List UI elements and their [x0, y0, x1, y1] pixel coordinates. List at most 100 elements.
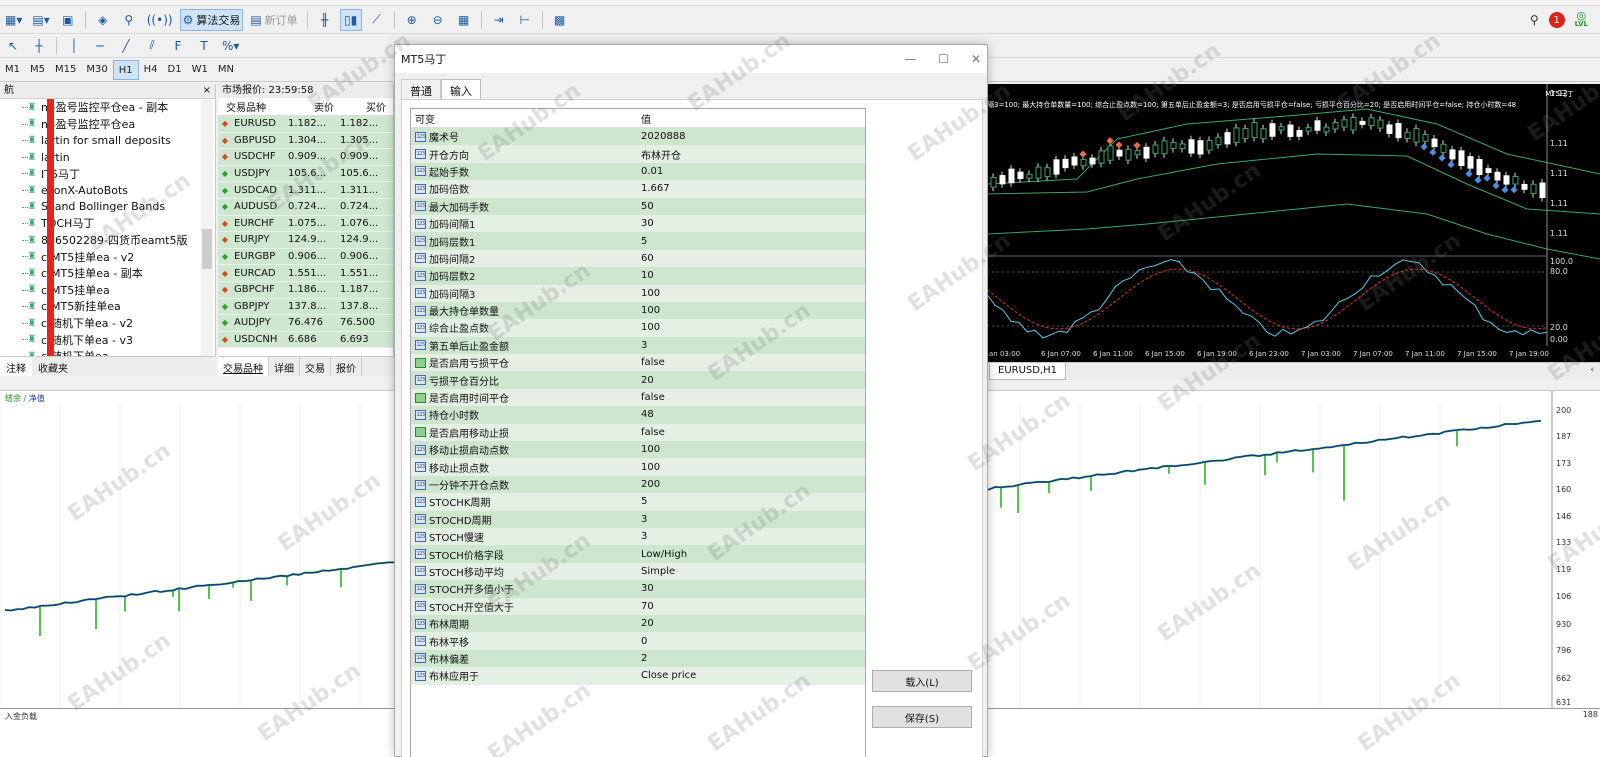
- timeframe-h4[interactable]: H4: [139, 60, 163, 80]
- parameter-value[interactable]: 70: [637, 601, 865, 612]
- navigator-icon[interactable]: ◈: [92, 9, 114, 31]
- timeframe-m15[interactable]: M15: [50, 60, 81, 80]
- parameter-row[interactable]: 123 STOCH移动平均 Simple: [411, 562, 865, 581]
- market-watch-row[interactable]: ◆ EURCAD 1.551... 1.551...: [218, 265, 393, 282]
- parameter-value[interactable]: 3: [637, 514, 865, 525]
- parameter-value[interactable]: Close price: [637, 670, 865, 681]
- navigator-item[interactable]: ♜ m-盈号监控平仓ea - 副本: [0, 99, 215, 116]
- parameter-row[interactable]: 123 加码层数2 10: [411, 267, 865, 285]
- col-bid[interactable]: 卖价: [288, 99, 340, 114]
- navigator-item[interactable]: ♜ c-MT5挂单ea - 副本: [0, 265, 215, 282]
- maximize-icon[interactable]: ☐: [938, 52, 949, 66]
- parameter-value[interactable]: false: [637, 357, 865, 368]
- timeframe-d1[interactable]: D1: [163, 60, 187, 80]
- crosshair-icon[interactable]: ┼: [28, 35, 50, 57]
- parameter-value[interactable]: 5: [637, 236, 865, 247]
- parameter-value[interactable]: 30: [637, 218, 865, 229]
- parameter-value[interactable]: 100: [637, 462, 865, 473]
- tab-common[interactable]: 普通: [401, 79, 441, 99]
- timeframe-m30[interactable]: M30: [81, 60, 112, 80]
- text-icon[interactable]: T: [193, 35, 215, 57]
- navigator-item[interactable]: ♜ c-随机下单ea - v3: [0, 331, 215, 348]
- templates-icon[interactable]: ▩: [549, 9, 571, 31]
- market-watch-row[interactable]: ◆ USDJPY 105.6... 105.6...: [218, 165, 393, 183]
- chart-shift-icon[interactable]: ⊢: [514, 9, 536, 31]
- parameter-value[interactable]: 200: [637, 479, 865, 490]
- timeframe-m5[interactable]: M5: [25, 60, 50, 80]
- market-watch-row[interactable]: ◆ AUDUSD 0.724... 0.724...: [218, 198, 393, 216]
- market-watch-row[interactable]: ◆ USDCNH 6.686 6.693: [218, 331, 393, 349]
- bar-chart-icon[interactable]: ╫: [314, 9, 336, 31]
- navigator-scrollbar[interactable]: [201, 99, 213, 356]
- parameter-value[interactable]: 1.667: [637, 183, 865, 194]
- trendline-icon[interactable]: ╱: [115, 35, 137, 57]
- navigator-item[interactable]: ♜c-随机下单ea: [0, 348, 215, 356]
- market-watch-icon[interactable]: ▣: [57, 9, 79, 31]
- price-chart[interactable]: 1.12 1.11 1.11 1.11 1.11 100.0 80.0 20.0 0.00 an …: [987, 84, 1600, 362]
- parameter-row[interactable]: 123 STOCH开空值大于 70: [411, 597, 865, 615]
- parameter-value[interactable]: 2: [637, 653, 865, 664]
- navigator-item[interactable]: ♜ c-MT5挂单ea: [0, 282, 215, 299]
- save-button[interactable]: 保存(S): [872, 706, 972, 728]
- search-icon[interactable]: ⚲: [1530, 13, 1539, 27]
- parameter-value[interactable]: 100: [637, 288, 865, 299]
- parameter-row[interactable]: 123 持仓小时数 48: [411, 406, 865, 424]
- market-watch-row[interactable]: ◆ EURJPY 124.9... 124.9...: [218, 232, 393, 249]
- parameter-row[interactable]: 123 第五单后止盈金额 3: [411, 336, 865, 355]
- zoom-in-icon[interactable]: ⊕: [401, 9, 423, 31]
- parameter-value[interactable]: 2020888: [637, 131, 865, 142]
- parameter-row[interactable]: 123 加码间隔3 100: [411, 284, 865, 302]
- level-indicator[interactable]: ◎ LVL: [1575, 10, 1588, 28]
- navigator-item[interactable]: ♜ ekonX-AutoBots: [0, 182, 215, 199]
- parameter-value[interactable]: false: [637, 392, 865, 403]
- vertical-line-icon[interactable]: │: [63, 35, 85, 57]
- parameter-value[interactable]: 48: [637, 409, 865, 420]
- scroll-left-icon[interactable]: ‹: [1590, 365, 1594, 375]
- parameter-row[interactable]: 123 起始手数 0.01: [411, 162, 865, 181]
- parameter-value[interactable]: 100: [637, 305, 865, 316]
- parameter-value[interactable]: 60: [637, 253, 865, 264]
- parameter-value[interactable]: Low/High: [637, 549, 865, 560]
- timeframe-m1[interactable]: M1: [0, 60, 25, 80]
- col-symbol[interactable]: 交易品种: [218, 99, 288, 114]
- new-order-button[interactable]: ▤ 新订单: [247, 9, 300, 31]
- tab-favorites[interactable]: 收藏夹: [32, 357, 74, 376]
- tab-inputs[interactable]: 输入: [441, 79, 481, 99]
- tab-ticks[interactable]: 报价: [331, 357, 362, 376]
- parameter-value[interactable]: 20: [637, 618, 865, 629]
- market-watch-row[interactable]: ◆ GBPCHF 1.186... 1.187...: [218, 281, 393, 299]
- parameter-value[interactable]: false: [637, 427, 865, 438]
- parameter-row[interactable]: 123 最大持仓单数量 100: [411, 301, 865, 320]
- parameter-row[interactable]: 123 STOCHK周期 5: [411, 493, 865, 511]
- fibonacci-icon[interactable]: F: [167, 35, 189, 57]
- parameter-row[interactable]: 123 开仓方向 布林开仓: [411, 145, 865, 163]
- channel-icon[interactable]: ⫽: [141, 35, 163, 57]
- parameter-row[interactable]: 123 加码间隔1 30: [411, 214, 865, 233]
- parameter-row[interactable]: 123 魔术号 2020888: [411, 128, 865, 146]
- parameter-row[interactable]: 是否启用移动止损 false: [411, 423, 865, 442]
- market-watch-row[interactable]: ◆ USDCHF 0.909... 0.909...: [218, 149, 393, 166]
- load-button[interactable]: 载入(L): [872, 670, 972, 692]
- horizontal-line-icon[interactable]: ─: [89, 35, 111, 57]
- tile-windows-icon[interactable]: ▦: [453, 9, 475, 31]
- parameter-row[interactable]: 是否启用亏损平仓 false: [411, 354, 865, 372]
- market-watch-row[interactable]: ◆ GBPJPY 137.8... 137.8...: [218, 298, 393, 316]
- market-watch-row[interactable]: ◆ AUDJPY 76.476 76.500: [218, 315, 393, 332]
- parameter-row[interactable]: 123 加码倍数 1.667: [411, 180, 865, 198]
- parameter-value[interactable]: 10: [637, 270, 865, 281]
- timeframe-w1[interactable]: W1: [187, 60, 213, 80]
- parameter-value[interactable]: 0.01: [637, 166, 865, 177]
- close-icon[interactable]: ✕: [971, 52, 981, 66]
- timeframe-mn[interactable]: MN: [213, 60, 239, 80]
- zoom-out-icon[interactable]: ⊖: [427, 9, 449, 31]
- parameter-value[interactable]: 20: [637, 375, 865, 386]
- parameter-row[interactable]: 123 布林周期 20: [411, 614, 865, 633]
- parameter-row[interactable]: 123 STOCH慢速 3: [411, 527, 865, 546]
- auto-scroll-icon[interactable]: ⇥: [488, 9, 510, 31]
- navigator-item[interactable]: ♜ lartin: [0, 149, 215, 166]
- parameter-value[interactable]: 布林开仓: [637, 147, 865, 162]
- parameter-value[interactable]: 5: [637, 496, 865, 507]
- tab-eurusd-h1[interactable]: EURUSD,H1: [989, 363, 1067, 380]
- navigator-item[interactable]: ♜ m-盈号监控平仓ea: [0, 116, 215, 133]
- minimize-icon[interactable]: —: [904, 52, 916, 66]
